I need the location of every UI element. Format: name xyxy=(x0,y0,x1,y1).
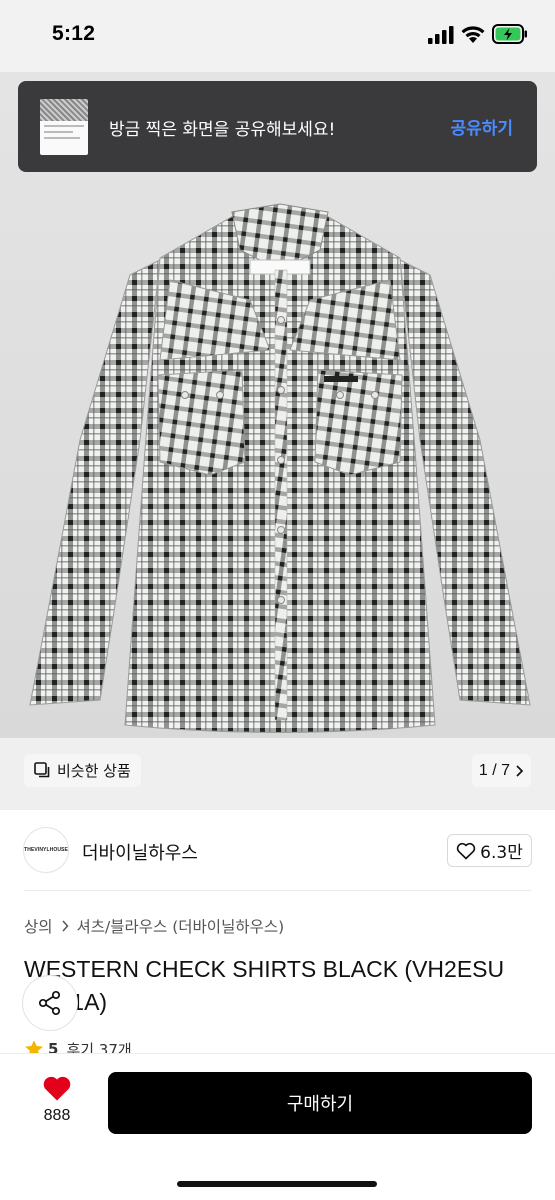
signal-icon xyxy=(428,26,454,44)
chevron-right-icon xyxy=(516,764,524,777)
image-page-counter[interactable]: 1 / 7 xyxy=(472,754,531,787)
battery-charging-icon xyxy=(492,24,527,44)
toast-message: 방금 찍은 화면을 공유해보세요! xyxy=(109,120,336,140)
product-title: WESTERN CHECK SHIRTS BLACK (VH2ESU W__1A… xyxy=(24,956,505,1015)
similar-products-label: 비슷한 상품 xyxy=(57,762,131,780)
buy-button[interactable]: 구매하기 xyxy=(108,1072,532,1134)
brand-like-button[interactable]: 6.3만 xyxy=(447,834,532,867)
share-button[interactable] xyxy=(22,975,78,1031)
page-counter-text: 1 / 7 xyxy=(478,761,511,779)
heart-filled-icon xyxy=(43,1076,71,1101)
share-icon xyxy=(38,990,61,1016)
share-now-button[interactable]: 공유하기 xyxy=(450,114,513,139)
breadcrumb-subcategory[interactable]: 셔츠/블라우스 (더바이닐하우스) xyxy=(77,915,285,937)
similar-products-button[interactable]: 비슷한 상품 xyxy=(24,754,141,787)
home-indicator xyxy=(177,1181,377,1187)
breadcrumb: 상의 셔츠/블라우스 (더바이닐하우스) xyxy=(24,915,284,937)
product-image[interactable] xyxy=(20,200,540,745)
brand-like-count: 6.3만 xyxy=(480,843,523,863)
divider xyxy=(24,890,531,891)
copy-icon xyxy=(34,762,50,778)
chevron-right-icon xyxy=(61,920,69,932)
share-toast: 방금 찍은 화면을 공유해보세요! 공유하기 xyxy=(18,81,537,172)
status-bar: 5:12 xyxy=(0,0,555,72)
status-time: 5:12 xyxy=(52,22,96,45)
breadcrumb-category[interactable]: 상의 xyxy=(24,915,53,937)
wish-button[interactable]: 888 xyxy=(30,1075,84,1125)
wish-count: 888 xyxy=(43,1107,71,1124)
brand-name[interactable]: 더바이닐하우스 xyxy=(82,839,198,865)
wifi-icon xyxy=(461,26,485,43)
heart-outline-icon xyxy=(456,842,476,859)
brand-logo[interactable]: THEVINYLHOUSE xyxy=(23,827,69,873)
screenshot-thumbnail[interactable] xyxy=(40,99,88,155)
brand-logo-text: THEVINYLHOUSE xyxy=(24,847,68,853)
